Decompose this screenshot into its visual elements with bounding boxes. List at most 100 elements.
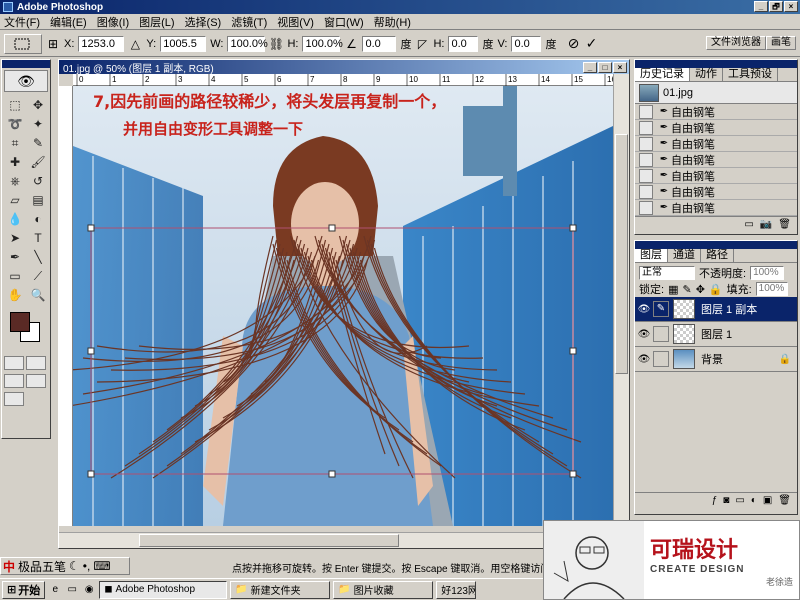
link-box[interactable] <box>653 351 669 367</box>
line-icon[interactable]: ╲ <box>27 248 49 266</box>
brush-active-icon[interactable]: ✎ <box>653 301 669 317</box>
history-step[interactable]: ✒ 自由钢笔 <box>635 136 797 152</box>
keyboard-icon[interactable]: ⌨ <box>93 559 110 573</box>
vskew-field[interactable]: 0.0 <box>511 35 542 52</box>
link-icon[interactable]: ⛓ <box>269 37 284 51</box>
quick-mask-button[interactable] <box>26 356 46 370</box>
blur-icon[interactable]: 💧 <box>4 210 26 228</box>
tab-channels[interactable]: 通道 <box>668 249 701 262</box>
tab-layers[interactable]: 图层 <box>635 249 668 262</box>
lock-image-icon[interactable]: ✎ <box>682 283 691 296</box>
history-step[interactable]: ✒ 自由钢笔 <box>635 152 797 168</box>
screen-mode-1-button[interactable] <box>4 374 24 388</box>
history-source-box[interactable] <box>639 168 653 183</box>
hand-icon[interactable]: ✋ <box>4 286 26 304</box>
dodge-icon[interactable]: ◐ <box>27 210 49 228</box>
slice-icon[interactable]: ✎ <box>27 134 49 152</box>
eye-icon[interactable]: 👁 <box>635 354 653 365</box>
vertical-scroll-thumb[interactable] <box>615 134 628 374</box>
tool-preset-picker[interactable] <box>4 33 42 54</box>
history-source-box[interactable] <box>639 136 653 151</box>
opacity-field[interactable]: 100% <box>750 266 785 280</box>
reference-point-icon[interactable]: ⊞ <box>46 37 60 51</box>
zoom-icon[interactable]: 🔍 <box>27 286 49 304</box>
delete-layer-icon[interactable]: 🗑 <box>778 495 791 506</box>
cancel-transform-icon[interactable]: ⊘ <box>566 35 580 51</box>
task-photoshop[interactable]: ◼ Adobe Photoshop <box>99 580 228 599</box>
horizontal-scroll-thumb[interactable] <box>139 534 399 547</box>
menu-edit[interactable]: 编辑(E) <box>50 14 87 30</box>
layer-row[interactable]: 👁 ✎ 图层 1 副本 <box>635 297 797 322</box>
moon-icon[interactable]: ☾ <box>69 559 80 573</box>
history-source-box[interactable] <box>639 104 653 119</box>
notes-icon[interactable]: ▭ <box>4 267 26 285</box>
tab-history[interactable]: 历史记录 <box>635 68 690 81</box>
healing-brush-icon[interactable]: ✚ <box>4 153 26 171</box>
new-layer-icon[interactable]: ▣ <box>763 495 772 506</box>
history-brush-icon[interactable]: ↺ <box>27 172 49 190</box>
gradient-icon[interactable]: ▤ <box>27 191 49 209</box>
brush-icon[interactable]: 🖌 <box>27 153 49 171</box>
y-field[interactable]: 1005.5 <box>160 35 207 52</box>
vertical-scrollbar[interactable] <box>613 74 629 534</box>
layer-set-icon[interactable]: ▭ <box>735 495 744 506</box>
quicklaunch-media-icon[interactable]: ◉ <box>82 583 96 597</box>
history-step[interactable]: ✒ 自由钢笔 <box>635 200 797 216</box>
magic-wand-icon[interactable]: ✦ <box>27 115 49 133</box>
history-step[interactable]: ✒ 自由钢笔 <box>635 120 797 136</box>
start-button[interactable]: ⊞ 开始 <box>2 580 46 599</box>
toolbox-header[interactable] <box>2 60 50 68</box>
clone-stamp-icon[interactable]: ⎈ <box>4 172 26 190</box>
quicklaunch-ie-icon[interactable]: e <box>48 583 62 597</box>
commit-transform-icon[interactable]: ✓ <box>584 35 598 51</box>
lock-transparency-icon[interactable]: ▦ <box>668 283 678 296</box>
history-source-box[interactable] <box>639 120 653 135</box>
history-panel-header[interactable] <box>635 60 797 68</box>
new-doc-from-state-icon[interactable]: ▭ <box>744 219 753 230</box>
screen-mode-2-button[interactable] <box>26 374 46 388</box>
tab-paths[interactable]: 路径 <box>701 249 734 262</box>
layers-panel-header[interactable] <box>635 241 797 249</box>
minimize-button[interactable]: _ <box>754 1 768 12</box>
task-favorites[interactable]: 📁 图片收藏 <box>333 580 434 599</box>
tab-brushes[interactable]: 画笔 <box>766 36 796 50</box>
image-canvas[interactable]: 7,因先前画的路径较稀少，将头发层再复制一个， 并用自由变形工具调整一下 <box>73 86 613 526</box>
restore-button[interactable]: 🗗 <box>769 1 783 12</box>
delta-icon[interactable]: △ <box>128 37 142 51</box>
crop-icon[interactable]: ⌗ <box>4 134 26 152</box>
type-icon[interactable]: T <box>27 229 49 247</box>
move-icon[interactable]: ✥ <box>27 96 49 114</box>
close-button[interactable]: × <box>784 1 798 12</box>
layer-row[interactable]: 👁 背景 🔒 <box>635 347 797 372</box>
menu-image[interactable]: 图像(I) <box>97 14 129 30</box>
blend-mode-select[interactable]: 正常 <box>639 266 695 280</box>
history-source-box[interactable] <box>639 152 653 167</box>
layer-style-icon[interactable]: ƒ <box>712 495 718 506</box>
punctuation-icon[interactable]: •, <box>83 559 91 573</box>
horizontal-scrollbar[interactable] <box>59 532 615 548</box>
layer-mask-icon[interactable]: ◙ <box>723 495 729 506</box>
path-select-icon[interactable]: ➤ <box>4 229 26 247</box>
eye-icon[interactable]: 👁 <box>635 304 653 315</box>
pen-icon[interactable]: ✒ <box>4 248 26 266</box>
lock-all-icon[interactable]: 🔒 <box>709 283 723 296</box>
tab-actions[interactable]: 动作 <box>690 68 723 81</box>
standard-mode-button[interactable] <box>4 356 24 370</box>
task-hao123[interactable]: 好123网 <box>436 580 477 599</box>
marquee-icon[interactable]: ⬚ <box>4 96 26 114</box>
ime-toolbar[interactable]: 中 极品五笔 ☾ •, ⌨ <box>0 557 130 575</box>
angle-field[interactable]: 0.0 <box>362 35 397 52</box>
imageready-jump-button[interactable] <box>4 392 24 406</box>
task-new-folder[interactable]: 📁 新建文件夹 <box>230 580 331 599</box>
new-snapshot-icon[interactable]: 📷 <box>760 219 772 230</box>
hskew-field[interactable]: 0.0 <box>448 35 479 52</box>
eye-icon[interactable]: 👁 <box>635 329 653 340</box>
fill-field[interactable]: 100% <box>755 282 788 296</box>
menu-window[interactable]: 窗口(W) <box>324 14 364 30</box>
menu-layer[interactable]: 图层(L) <box>139 14 174 30</box>
history-source-box[interactable] <box>639 184 653 199</box>
history-step[interactable]: ✒ 自由钢笔 <box>635 168 797 184</box>
history-source-box[interactable] <box>639 200 653 215</box>
delete-state-icon[interactable]: 🗑 <box>778 219 791 230</box>
lock-position-icon[interactable]: ✥ <box>696 283 705 296</box>
